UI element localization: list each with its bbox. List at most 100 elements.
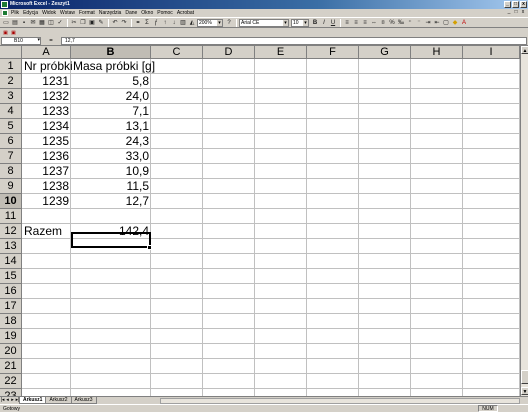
workbook-icon[interactable]	[2, 10, 8, 16]
row-header-9[interactable]: 9	[0, 179, 22, 194]
cell-a12[interactable]: Razem	[22, 224, 71, 239]
fill-handle[interactable]	[147, 245, 152, 250]
sheet-tab-arkusz2[interactable]: Arkusz2	[45, 397, 72, 404]
cell-a9[interactable]: 1238	[22, 179, 71, 194]
sort-desc-icon[interactable]: ↓	[170, 19, 178, 27]
cell-b2[interactable]: 5,8	[71, 74, 151, 89]
scroll-down-icon[interactable]: ▼	[521, 387, 528, 395]
column-header-c[interactable]: C	[151, 46, 203, 59]
menu-data[interactable]: Dane	[125, 10, 137, 16]
column-header-d[interactable]: D	[203, 46, 255, 59]
open-icon[interactable]: ▤	[11, 19, 19, 27]
cell-b5[interactable]: 13,1	[71, 119, 151, 134]
menu-file[interactable]: Plik	[11, 10, 19, 16]
row-header-4[interactable]: 4	[0, 104, 22, 119]
thousands-icon[interactable]: ‰	[397, 19, 405, 27]
column-header-b[interactable]: B	[71, 46, 151, 59]
row-header-19[interactable]: 19	[0, 329, 22, 344]
cut-icon[interactable]: ✂	[70, 19, 78, 27]
copy-icon[interactable]: ❐	[79, 19, 87, 27]
percent-icon[interactable]: %	[388, 19, 396, 27]
cell-b4[interactable]: 7,1	[71, 104, 151, 119]
row-header-17[interactable]: 17	[0, 299, 22, 314]
cell-a1[interactable]: Nr próbki	[22, 59, 73, 74]
cell-a3[interactable]: 1232	[22, 89, 71, 104]
print-icon[interactable]: ▦	[38, 19, 46, 27]
sheet-tab-arkusz1[interactable]: Arkusz1	[19, 397, 47, 404]
cell-b3[interactable]: 24,0	[71, 89, 151, 104]
row-header-10[interactable]: 10	[0, 194, 22, 209]
drawing-icon[interactable]: ◭	[188, 19, 196, 27]
row-header-5[interactable]: 5	[0, 119, 22, 134]
italic-button[interactable]: I	[320, 19, 328, 27]
name-box[interactable]: B10	[1, 37, 41, 45]
preview-icon[interactable]: ◫	[47, 19, 55, 27]
function-icon[interactable]: ƒ	[152, 19, 160, 27]
menu-help[interactable]: Pomoc	[157, 10, 173, 16]
column-header-i[interactable]: I	[463, 46, 520, 59]
chart-wizard-icon[interactable]: ▥	[179, 19, 187, 27]
underline-button[interactable]: U	[329, 19, 337, 27]
select-all-corner[interactable]	[0, 46, 22, 59]
cell-a7[interactable]: 1236	[22, 149, 71, 164]
row-header-8[interactable]: 8	[0, 164, 22, 179]
undo-icon[interactable]: ↶	[111, 19, 119, 27]
pdf-mail-icon[interactable]: ▣	[10, 30, 17, 37]
row-header-20[interactable]: 20	[0, 344, 22, 359]
column-header-g[interactable]: G	[359, 46, 411, 59]
cell-a6[interactable]: 1235	[22, 134, 71, 149]
doc-minimize-button[interactable]: _	[506, 10, 512, 16]
scroll-up-icon[interactable]: ▲	[521, 46, 528, 54]
minimize-button[interactable]: _	[504, 1, 511, 8]
cell-a8[interactable]: 1237	[22, 164, 71, 179]
worksheet-grid[interactable]: A B C D E F G H I 1 2 3 4 5 6 7 8 9 10 11 12 13 14 15 16 17 18 19 20…	[0, 46, 520, 396]
cell-b1[interactable]: Masa próbki [g]	[71, 59, 155, 74]
row-header-13[interactable]: 13	[0, 239, 22, 254]
cell-b6[interactable]: 24,3	[71, 134, 151, 149]
bold-button[interactable]: B	[311, 19, 319, 27]
row-header-7[interactable]: 7	[0, 149, 22, 164]
row-header-23[interactable]: 23	[0, 389, 22, 396]
font-size-select[interactable]: 10	[291, 18, 309, 27]
row-header-15[interactable]: 15	[0, 269, 22, 284]
column-header-h[interactable]: H	[411, 46, 463, 59]
cell-a5[interactable]: 1234	[22, 119, 71, 134]
row-header-2[interactable]: 2	[0, 74, 22, 89]
cell-b10[interactable]: 12,7	[71, 194, 151, 209]
menu-tools[interactable]: Narzędzia	[99, 10, 122, 16]
menu-edit[interactable]: Edycja	[23, 10, 38, 16]
pdf-convert-icon[interactable]: ▣	[2, 30, 9, 37]
column-header-e[interactable]: E	[255, 46, 307, 59]
menu-insert[interactable]: Wstaw	[60, 10, 75, 16]
maximize-button[interactable]: □	[512, 1, 519, 8]
indent-icon[interactable]: ⇥	[424, 19, 432, 27]
paste-icon[interactable]: ▣	[88, 19, 96, 27]
formula-equals-icon[interactable]: =	[41, 38, 61, 44]
new-icon[interactable]: ▭	[2, 19, 10, 27]
menu-format[interactable]: Format	[79, 10, 95, 16]
cell-a2[interactable]: 1231	[22, 74, 71, 89]
align-left-icon[interactable]: ≡	[343, 19, 351, 27]
font-color-icon[interactable]: A	[460, 19, 468, 27]
row-header-1[interactable]: 1	[0, 59, 22, 74]
row-header-3[interactable]: 3	[0, 89, 22, 104]
menu-view[interactable]: Widok	[42, 10, 56, 16]
merge-center-icon[interactable]: ⇔	[370, 19, 378, 27]
menu-window[interactable]: Okno	[141, 10, 153, 16]
row-header-14[interactable]: 14	[0, 254, 22, 269]
font-select[interactable]: Arial CE	[239, 18, 289, 27]
cell-b8[interactable]: 10,9	[71, 164, 151, 179]
fill-color-icon[interactable]: ◆	[451, 19, 459, 27]
doc-restore-button[interactable]: □	[513, 10, 519, 16]
vertical-scrollbar[interactable]: ▲ ▼	[520, 46, 528, 396]
align-center-icon[interactable]: ≡	[352, 19, 360, 27]
mail-icon[interactable]: ✉	[29, 19, 37, 27]
row-header-18[interactable]: 18	[0, 314, 22, 329]
sort-asc-icon[interactable]: ↑	[161, 19, 169, 27]
column-header-a[interactable]: A	[22, 46, 71, 59]
vertical-scroll-thumb[interactable]	[521, 370, 528, 384]
outdent-icon[interactable]: ⇤	[433, 19, 441, 27]
cell-b7[interactable]: 33,0	[71, 149, 151, 164]
increase-decimal-icon[interactable]: ⁺	[406, 19, 414, 27]
borders-icon[interactable]: ▢	[442, 19, 450, 27]
